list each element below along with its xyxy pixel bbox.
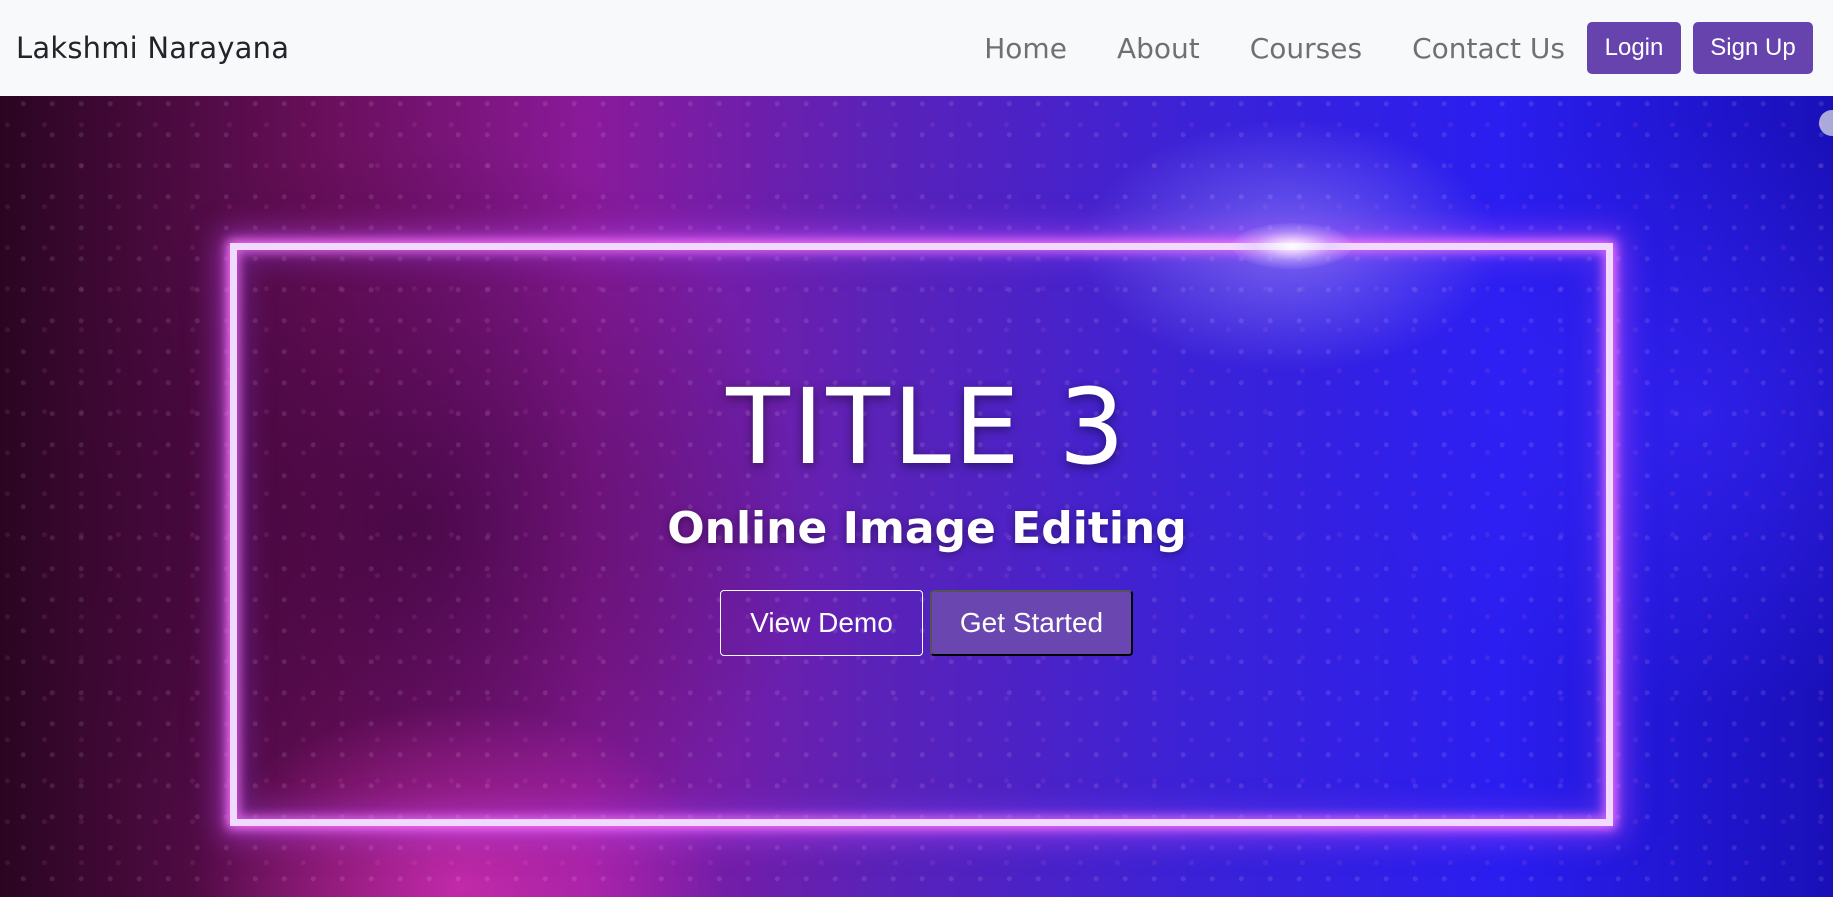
view-demo-button[interactable]: View Demo: [720, 590, 923, 656]
hero-subtitle: Online Image Editing: [667, 503, 1187, 554]
sign-up-button[interactable]: Sign Up: [1693, 22, 1813, 74]
nav-link-courses[interactable]: Courses: [1250, 32, 1362, 65]
nav-link-home[interactable]: Home: [984, 32, 1067, 65]
hero-title: TITLE 3: [726, 366, 1128, 488]
nav-links: Home About Courses Contact Us Login Sign…: [984, 0, 1813, 96]
nav-link-about[interactable]: About: [1117, 32, 1200, 65]
navbar: Lakshmi Narayana Home About Courses Cont…: [0, 0, 1833, 96]
get-started-button[interactable]: Get Started: [930, 590, 1133, 656]
nav-link-contact-us[interactable]: Contact Us: [1412, 32, 1565, 65]
brand-name[interactable]: Lakshmi Narayana: [16, 31, 289, 65]
hero-carousel-slide: TITLE 3 Online Image Editing View Demo G…: [0, 96, 1833, 897]
hero-buttons: View Demo Get Started: [720, 590, 1133, 656]
light-flare: [1232, 223, 1352, 269]
login-button[interactable]: Login: [1587, 22, 1681, 74]
